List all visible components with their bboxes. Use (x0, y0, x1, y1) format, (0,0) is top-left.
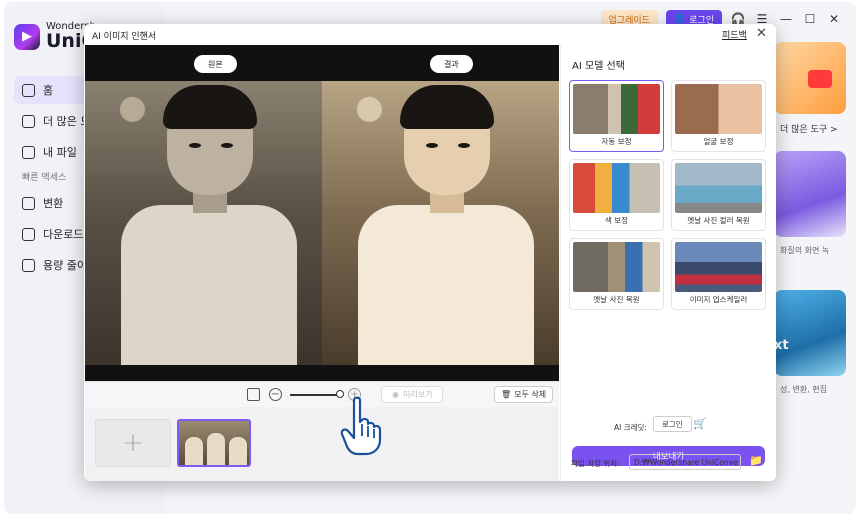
play-icon (808, 70, 832, 88)
preview-button-label: 미리보기 (402, 390, 433, 399)
result-image (322, 81, 559, 365)
model-card-face-enhance[interactable]: 얼굴 보정 (671, 80, 766, 152)
folder-icon[interactable]: 📁 (749, 454, 763, 467)
model-label: 얼굴 보정 (703, 137, 734, 146)
save-path-value: D:₩Wondershare UniConve (634, 458, 738, 467)
feature-card-text: xt (774, 338, 789, 353)
model-label: 옛날 사진 컬러 복원 (687, 216, 750, 225)
trash-icon: 🗑 (501, 390, 512, 399)
model-preview-image (573, 242, 660, 292)
home-icon (22, 83, 35, 97)
save-location-row: 파일 저장 위치: D:₩Wondershare UniConve 📁 (571, 454, 771, 472)
feature-card-screen-recorder[interactable] (774, 151, 846, 237)
close-window-icon[interactable]: ✕ (826, 11, 842, 27)
close-icon[interactable]: ✕ (756, 26, 767, 41)
dialog-title: AI 이미지 인핸서 (92, 32, 157, 42)
user-icon: 👤 (673, 14, 686, 24)
toolbox-icon (22, 114, 35, 128)
eye-icon: ◉ (392, 390, 399, 399)
more-tools-link[interactable]: 더 많은 도구 > (780, 122, 846, 135)
hand-cursor-icon (340, 396, 382, 456)
image-preview[interactable]: 원본 결과 (85, 45, 559, 381)
model-card-upscaler[interactable]: 이미지 업스케일러 (671, 238, 766, 310)
cart-icon[interactable]: 🛒 (693, 417, 707, 430)
delete-all-button[interactable]: 🗑 모두 삭제 (494, 386, 554, 403)
model-preview-image (675, 242, 762, 292)
file-icon (22, 145, 35, 159)
minimize-icon[interactable]: — (778, 11, 794, 27)
preview-toolbar: − + ◉ 미리보기 🗑 모두 삭제 (85, 381, 559, 407)
feature-card-editor[interactable]: xt (774, 290, 846, 376)
sidebar-item-label: 내 파일 (43, 146, 77, 159)
result-label: 결과 (430, 55, 473, 73)
image-thumbnail[interactable] (177, 419, 251, 467)
ai-image-enhancer-dialog: AI 이미지 인핸서 피드백 ✕ 원본 결과 − + ◉ 미리보기 🗑 모두 삭… (84, 24, 776, 481)
model-preview-image (675, 163, 762, 213)
zoom-slider[interactable] (290, 394, 340, 396)
compress-icon (22, 258, 35, 272)
model-label: 이미지 업스케일러 (689, 295, 748, 304)
panel-title: AI 모델 선택 (572, 61, 625, 72)
model-label: 색 보정 (604, 216, 629, 225)
feature-card-video[interactable] (774, 42, 846, 114)
maximize-icon[interactable]: ☐ (802, 11, 818, 27)
model-preview-image (573, 84, 660, 134)
model-preview-image (573, 163, 660, 213)
delete-all-label: 모두 삭제 (514, 390, 547, 399)
model-label: 옛날 사진 복원 (593, 295, 640, 304)
save-path-select[interactable]: D:₩Wondershare UniConve (629, 454, 741, 470)
sidebar-item-label: 용량 줄이 (43, 259, 87, 272)
ai-model-panel: AI 모델 선택 자동 보정 얼굴 보정 색 보정 옛날 사진 컬러 복원 옛날… (560, 45, 776, 481)
model-card-auto-enhance[interactable]: 자동 보정 (569, 80, 664, 152)
feature-cards: 더 많은 도구 > 화질의 화면 녹 xt 성, 변환, 편집 (774, 42, 846, 395)
download-icon (22, 227, 35, 241)
sidebar-item-label: 다운로드 (43, 228, 84, 241)
model-card-color-correct[interactable]: 색 보정 (569, 159, 664, 231)
feature-card-caption: 화질의 화면 녹 (780, 246, 830, 255)
sidebar-item-label: 변환 (43, 197, 64, 210)
thumbnail-strip: + (85, 407, 559, 481)
original-image (85, 81, 322, 365)
model-card-colorize-old-photo[interactable]: 옛날 사진 컬러 복원 (671, 159, 766, 231)
zoom-out-icon[interactable]: − (269, 388, 282, 401)
save-location-label: 파일 저장 위치: (571, 459, 620, 468)
sidebar-item-label: 홈 (43, 84, 54, 97)
credits-login-button[interactable]: 로그인 (653, 416, 692, 432)
original-label: 원본 (194, 55, 237, 73)
ai-credits-label: AI 크레딧: (614, 423, 647, 432)
feature-card-caption: 성, 변환, 편집 (780, 385, 827, 394)
preview-button[interactable]: ◉ 미리보기 (381, 386, 444, 403)
model-preview-image (675, 84, 762, 134)
convert-icon (22, 196, 35, 210)
add-image-button[interactable]: + (95, 419, 171, 467)
app-logo-icon: ▶ (14, 23, 40, 50)
feedback-link[interactable]: 피드백 (722, 28, 747, 41)
model-card-restore-old-photo[interactable]: 옛날 사진 복원 (569, 238, 664, 310)
model-label: 자동 보정 (601, 137, 632, 146)
compare-icon[interactable] (247, 388, 260, 401)
